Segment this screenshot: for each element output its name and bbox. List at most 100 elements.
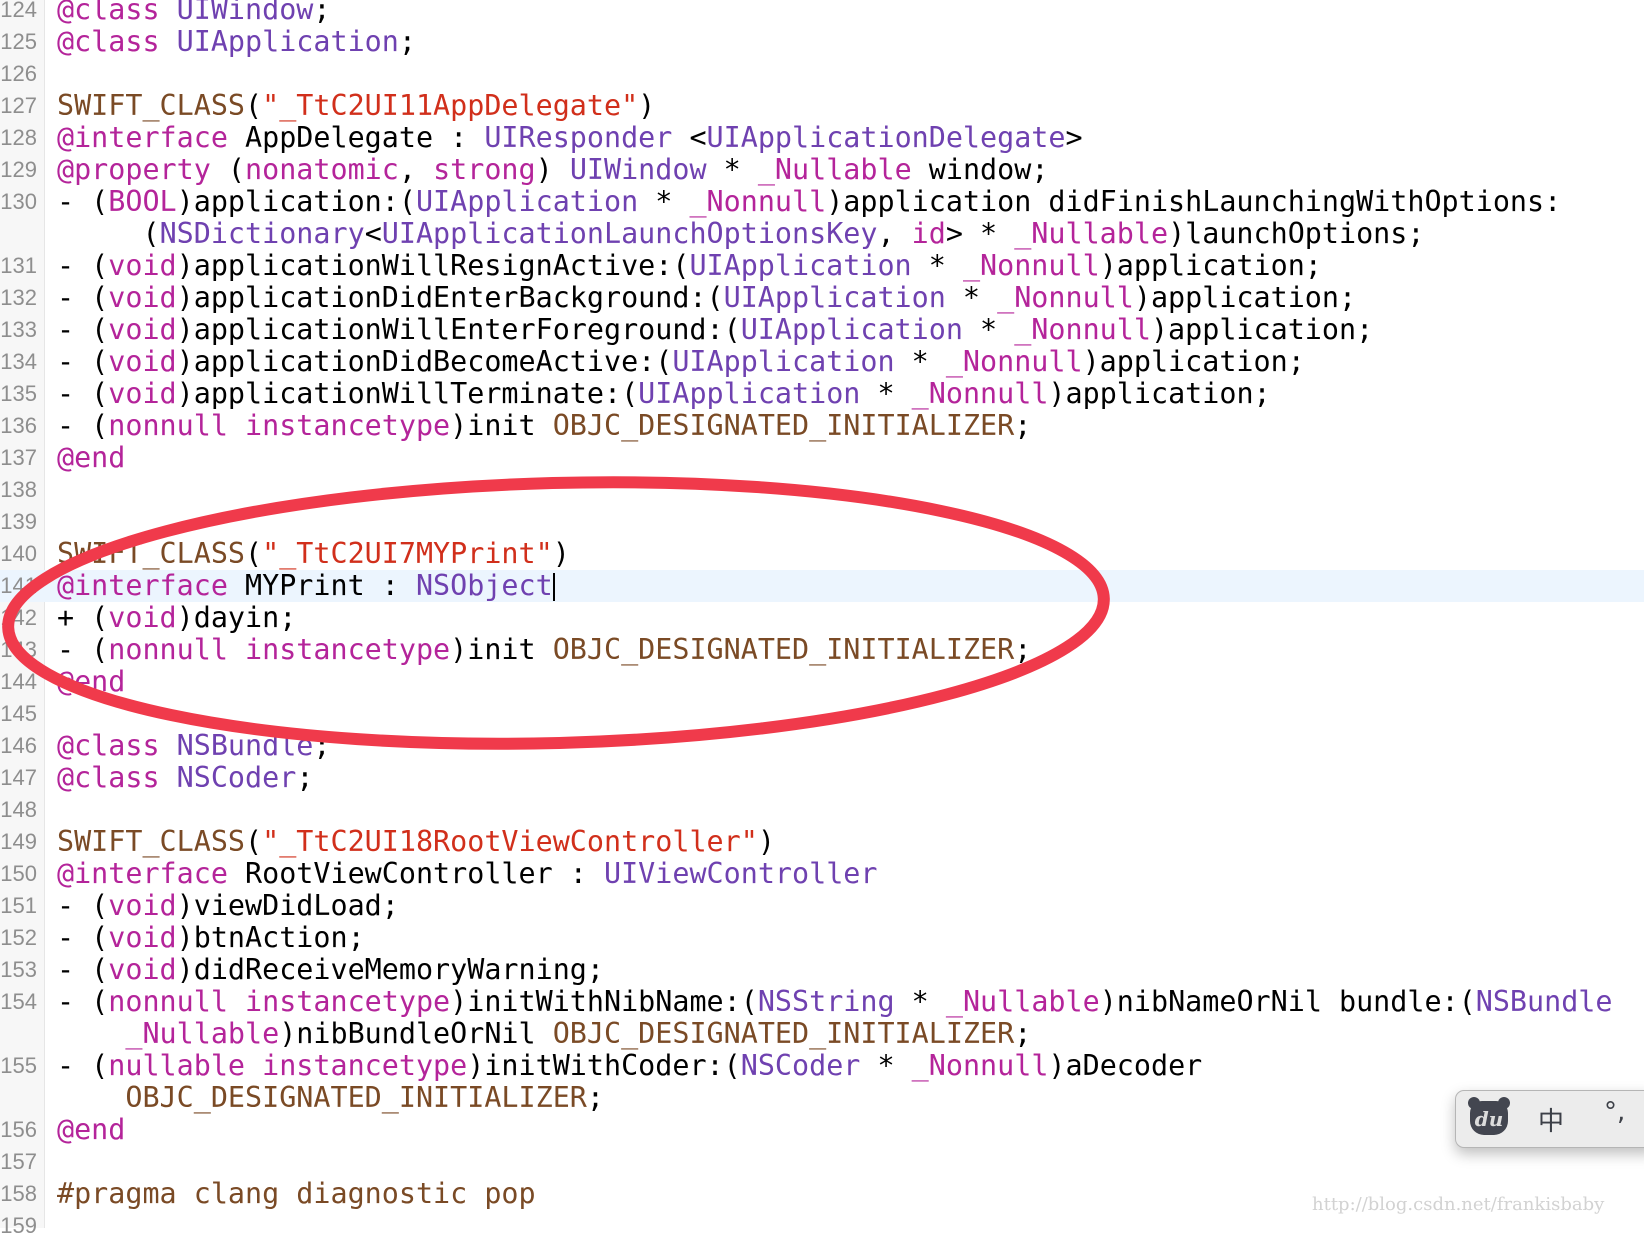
code-line[interactable]: 135 - (void)applicationWillTerminate:(UIA… (0, 378, 1644, 410)
code-line[interactable]: 145 (0, 698, 1644, 730)
code-line[interactable]: 133 - (void)applicationWillEnterForegroun… (0, 314, 1644, 346)
code-token: ; (313, 0, 331, 26)
code-line[interactable]: 127 SWIFT_CLASS("_TtC2UI11AppDelegate") (0, 90, 1644, 122)
code-line[interactable]: 140 SWIFT_CLASS("_TtC2UI7MYPrint") (0, 538, 1644, 570)
code-line[interactable]: 143 - (nonnull instancetype)init OBJC_DES… (0, 634, 1644, 666)
code-line[interactable]: 125 @class UIApplication; (0, 26, 1644, 58)
line-number: 124 (0, 0, 37, 22)
code-token: void (108, 377, 177, 410)
code-line[interactable]: 141 @interface MYPrint : NSObject (0, 570, 1644, 602)
code-line[interactable]: OBJC_DESIGNATED_INITIALIZER; (0, 1082, 1644, 1114)
code-token: * (894, 345, 946, 378)
code-token: void (108, 953, 177, 986)
code-text: @end (57, 442, 125, 474)
code-line[interactable]: 137 @end (0, 442, 1644, 474)
code-line[interactable]: 157 (0, 1146, 1644, 1178)
code-token: )dayin; (176, 601, 297, 634)
code-line[interactable]: 154 - (nonnull instancetype)initWithNibNa… (0, 986, 1644, 1018)
code-token: UIWindow (569, 153, 707, 186)
code-line[interactable]: 129 @property (nonatomic, strong) UIWindo… (0, 154, 1644, 186)
code-token: @end (57, 1113, 126, 1146)
code-line[interactable]: 155 - (nullable instancetype)initWithCode… (0, 1050, 1644, 1082)
line-number: 147 (0, 765, 37, 790)
code-text: _Nullable)nibBundleOrNil OBJC_DESIGNATED… (57, 1018, 1031, 1050)
code-token: ; (313, 729, 331, 762)
code-line[interactable]: 130 - (BOOL)application:(UIApplication * … (0, 186, 1644, 218)
code-line[interactable]: 150 @interface RootViewController : UIVie… (0, 858, 1644, 890)
code-line[interactable]: 153 - (void)didReceiveMemoryWarning; (0, 954, 1644, 986)
punctuation-toggle[interactable]: °, (1604, 1097, 1625, 1127)
code-line[interactable]: _Nullable)nibBundleOrNil OBJC_DESIGNATED… (0, 1018, 1644, 1050)
code-line[interactable]: 147 @class NSCoder; (0, 762, 1644, 794)
code-token: _Nonnull (911, 1049, 1049, 1082)
code-token: ) (535, 153, 570, 186)
code-token: - ( (57, 185, 109, 218)
code-line[interactable]: 144 @end (0, 666, 1644, 698)
line-number: 152 (0, 925, 37, 950)
code-line[interactable]: (NSDictionary<UIApplicationLaunchOptions… (0, 218, 1644, 250)
code-token: UIApplication (638, 377, 861, 410)
code-line[interactable]: 132 - (void)applicationDidEnterBackground… (0, 282, 1644, 314)
code-line[interactable]: 138 (0, 474, 1644, 506)
code-line[interactable]: 149 SWIFT_CLASS("_TtC2UI18RootViewControl… (0, 826, 1644, 858)
code-text: @interface AppDelegate : UIResponder <UI… (57, 122, 1083, 154)
line-number: 129 (0, 157, 37, 182)
code-token: * (638, 185, 690, 218)
code-token: ; (296, 761, 314, 794)
line-number: 159 (0, 1213, 37, 1238)
code-token: "_TtC2UI7MYPrint" (262, 537, 553, 570)
code-token: )applicationWillResignActive:( (176, 249, 690, 282)
baidu-bear-icon[interactable]: du (1468, 1097, 1510, 1135)
code-token: )nibBundleOrNil (279, 1017, 553, 1050)
code-line[interactable]: 152 - (void)btnAction; (0, 922, 1644, 954)
code-editor[interactable]: 124 @class UIWindow; 125 @class UIApplicati… (0, 0, 1644, 1242)
code-token: MYPrint : (227, 569, 416, 602)
input-method-toolbar[interactable]: du 中 °, (1455, 1090, 1644, 1148)
code-token: )application; (1048, 377, 1271, 410)
code-token: - ( (57, 953, 109, 986)
code-token: OBJC_DESIGNATED_INITIALIZER (552, 409, 1015, 442)
code-token: @class (57, 0, 160, 26)
code-token: ( (245, 825, 263, 858)
code-text: - (void)applicationDidBecomeActive:(UIAp… (57, 346, 1305, 378)
code-token: strong (433, 153, 536, 186)
code-token: SWIFT_CLASS (57, 825, 246, 858)
code-line[interactable]: 126 (0, 58, 1644, 90)
code-line[interactable]: 156 @end (0, 1114, 1644, 1146)
code-token: ( (245, 537, 263, 570)
code-token: instancetype (245, 985, 451, 1018)
code-token: )application; (1133, 281, 1357, 314)
code-token: UIViewController (603, 857, 878, 890)
code-line[interactable]: 139 (0, 506, 1644, 538)
code-token: _Nonnull (945, 345, 1083, 378)
code-token: UIApplicationLaunchOptionsKey (381, 217, 878, 250)
code-token: "_TtC2UI18RootViewController" (262, 825, 758, 858)
line-number: 144 (0, 669, 37, 694)
code-text: #pragma clang diagnostic pop (57, 1178, 536, 1210)
code-line[interactable]: 128 @interface AppDelegate : UIResponder … (0, 122, 1644, 154)
code-line[interactable]: 131 - (void)applicationWillResignActive:(… (0, 250, 1644, 282)
code-token: ) (552, 537, 570, 570)
code-line[interactable]: 148 (0, 794, 1644, 826)
code-token: - ( (57, 889, 109, 922)
code-line[interactable]: 124 @class UIWindow; (0, 0, 1644, 26)
code-line[interactable]: 136 - (nonnull instancetype)init OBJC_DES… (0, 410, 1644, 442)
chinese-mode-toggle[interactable]: 中 (1538, 1101, 1564, 1138)
code-line[interactable]: 146 @class NSBundle; (0, 730, 1644, 762)
code-token: - ( (57, 921, 109, 954)
code-token: - ( (57, 249, 109, 282)
code-line[interactable]: 134 - (void)applicationDidBecomeActive:(U… (0, 346, 1644, 378)
code-text: @property (nonatomic, strong) UIWindow *… (57, 154, 1048, 186)
code-line[interactable]: 151 - (void)viewDidLoad; (0, 890, 1644, 922)
code-text: @class UIApplication; (57, 26, 416, 58)
code-text: SWIFT_CLASS("_TtC2UI18RootViewController… (57, 826, 775, 858)
code-token: _Nonnull (997, 281, 1134, 314)
line-number: 128 (0, 125, 37, 150)
code-token: * (962, 313, 1015, 346)
code-line[interactable]: 142 + (void)dayin; (0, 602, 1644, 634)
code-token: NSBundle (1475, 985, 1613, 1018)
